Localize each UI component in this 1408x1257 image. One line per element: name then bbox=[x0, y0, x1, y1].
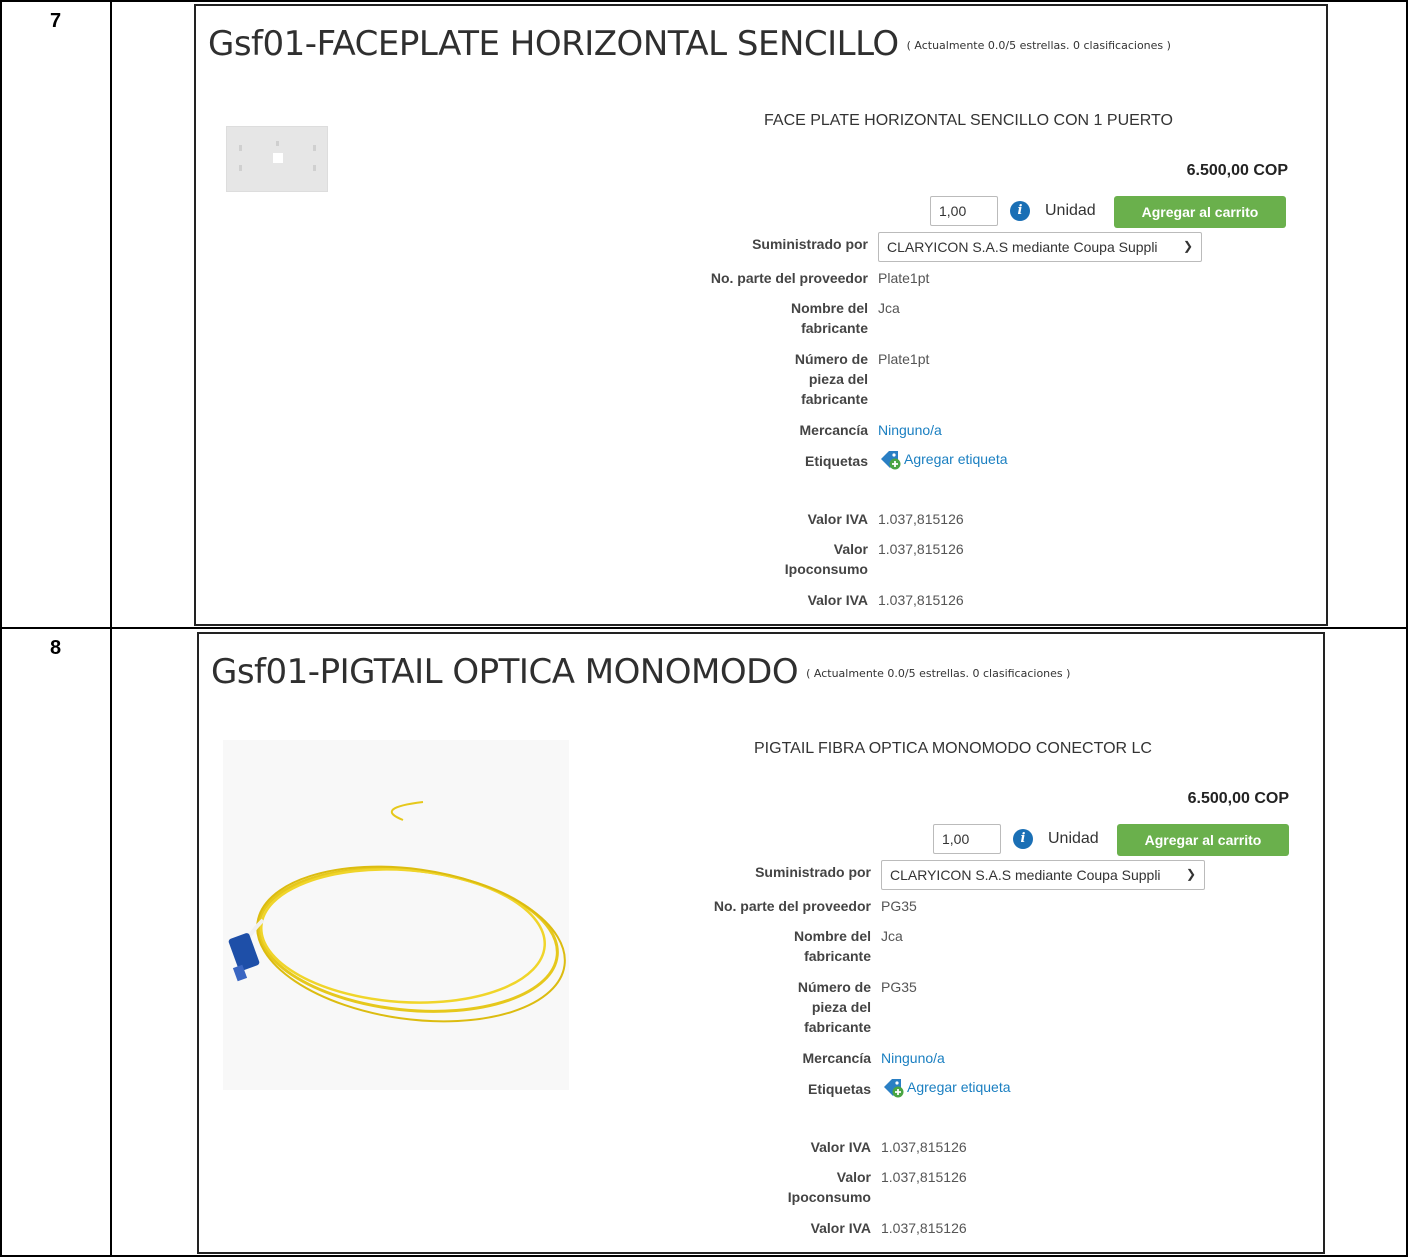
ipoconsumo-value: 1.037,815126 bbox=[878, 541, 964, 557]
chevron-down-icon: ❯ bbox=[1185, 867, 1196, 881]
ipoconsumo-label: Valor Ipoconsumo bbox=[787, 1169, 871, 1205]
iva-value: 1.037,815126 bbox=[878, 511, 964, 527]
manufacturer-value: Jca bbox=[878, 300, 900, 316]
product-card: Gsf01-PIGTAIL OPTICA MONOMODO( Actualmen… bbox=[197, 632, 1325, 1254]
commodity-label: Mercancía bbox=[799, 422, 868, 438]
info-icon[interactable]: i bbox=[1010, 201, 1030, 221]
unit-label: Unidad bbox=[1048, 830, 1099, 847]
iva-label: Valor IVA bbox=[810, 1220, 871, 1236]
row-number: 7 bbox=[50, 10, 62, 32]
commodity-link[interactable]: Ninguno/a bbox=[881, 1048, 945, 1068]
ipoconsumo-label: Valor Ipoconsumo bbox=[784, 541, 868, 577]
manufacturer-label: Nombre del fabricante bbox=[793, 928, 871, 964]
product-description: FACE PLATE HORIZONTAL SENCILLO CON 1 PUE… bbox=[764, 112, 1173, 129]
product-price: 6.500,00 COP bbox=[1186, 162, 1288, 179]
product-card: Gsf01-FACEPLATE HORIZONTAL SENCILLO( Act… bbox=[194, 4, 1328, 626]
add-tag-link[interactable]: Agregar etiqueta bbox=[880, 449, 1008, 470]
table-border-top bbox=[0, 0, 1408, 2]
iva-label: Valor IVA bbox=[807, 592, 868, 608]
manufacturer-value: Jca bbox=[881, 928, 903, 944]
unit-label: Unidad bbox=[1045, 202, 1096, 219]
supplier-part-label: No. parte del proveedor bbox=[713, 898, 871, 914]
product-title[interactable]: Gsf01-FACEPLATE HORIZONTAL SENCILLO( Act… bbox=[208, 24, 1171, 64]
tags-label: Etiquetas bbox=[804, 453, 868, 469]
table-row-divider bbox=[0, 627, 1408, 629]
supplied-by-label: Suministrado por bbox=[752, 236, 868, 252]
tags-label: Etiquetas bbox=[807, 1081, 871, 1097]
faceplate-image bbox=[227, 127, 327, 191]
iva-value: 1.037,815126 bbox=[881, 1139, 967, 1155]
ipoconsumo-value: 1.037,815126 bbox=[881, 1169, 967, 1185]
product-image[interactable] bbox=[226, 126, 328, 192]
product-price: 6.500,00 COP bbox=[1187, 790, 1289, 807]
add-tag-icon bbox=[880, 450, 902, 470]
manufacturer-label: Nombre del fabricante bbox=[790, 300, 868, 336]
mfr-part-label: Número de pieza del fabricante bbox=[794, 351, 868, 407]
supplier-part-value: Plate1pt bbox=[878, 270, 930, 286]
info-icon[interactable]: i bbox=[1013, 829, 1033, 849]
iva-value: 1.037,815126 bbox=[878, 592, 964, 608]
mfr-part-value: PG35 bbox=[881, 979, 917, 995]
mfr-part-value: Plate1pt bbox=[878, 351, 930, 367]
supplier-part-value: PG35 bbox=[881, 898, 917, 914]
table-border-left bbox=[0, 0, 2, 1257]
quantity-input[interactable]: 1,00 bbox=[930, 196, 998, 226]
chevron-down-icon: ❯ bbox=[1182, 239, 1193, 253]
pigtail-image bbox=[223, 740, 569, 1090]
add-tag-link[interactable]: Agregar etiqueta bbox=[883, 1077, 1011, 1098]
supplier-select[interactable]: CLARYICON S.A.S mediante Coupa Suppli ❯ bbox=[881, 860, 1205, 890]
supplied-by-label: Suministrado por bbox=[755, 864, 871, 880]
iva-value: 1.037,815126 bbox=[881, 1220, 967, 1236]
supplier-part-label: No. parte del proveedor bbox=[710, 270, 868, 286]
add-tag-icon bbox=[883, 1078, 905, 1098]
quantity-input[interactable]: 1,00 bbox=[933, 824, 1001, 854]
product-title[interactable]: Gsf01-PIGTAIL OPTICA MONOMODO( Actualmen… bbox=[211, 652, 1070, 692]
commodity-label: Mercancía bbox=[802, 1050, 871, 1066]
iva-label: Valor IVA bbox=[810, 1139, 871, 1155]
rating-summary: ( Actualmente 0.0/5 estrellas. 0 clasifi… bbox=[906, 39, 1171, 52]
add-to-cart-button[interactable]: Agregar al carrito bbox=[1117, 824, 1289, 856]
iva-label: Valor IVA bbox=[807, 511, 868, 527]
row-number: 8 bbox=[50, 637, 62, 659]
table-column-divider bbox=[110, 0, 112, 1257]
product-image[interactable] bbox=[223, 740, 569, 1090]
supplier-select[interactable]: CLARYICON S.A.S mediante Coupa Suppli ❯ bbox=[878, 232, 1202, 262]
add-to-cart-button[interactable]: Agregar al carrito bbox=[1114, 196, 1286, 228]
mfr-part-label: Número de pieza del fabricante bbox=[797, 979, 871, 1035]
product-description: PIGTAIL FIBRA OPTICA MONOMODO CONECTOR L… bbox=[754, 740, 1152, 757]
rating-summary: ( Actualmente 0.0/5 estrellas. 0 clasifi… bbox=[806, 667, 1071, 680]
commodity-link[interactable]: Ninguno/a bbox=[878, 420, 942, 440]
